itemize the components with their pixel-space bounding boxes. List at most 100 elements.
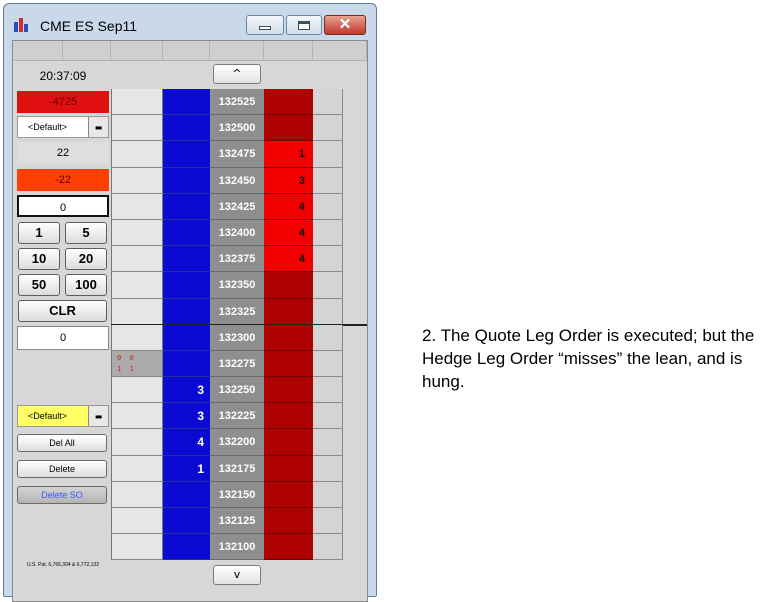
column-header-cell[interactable] (63, 41, 111, 61)
bid-cell[interactable] (163, 219, 210, 247)
spare-cell (313, 481, 343, 508)
ask-cell[interactable]: 4 (264, 219, 313, 247)
bid-cell[interactable] (163, 350, 210, 378)
clear-button[interactable]: CLR (18, 300, 107, 322)
order-cell[interactable] (111, 246, 163, 273)
order-cell[interactable] (111, 455, 163, 482)
qty-button-5[interactable]: 5 (65, 222, 107, 244)
delete-all-button[interactable]: Del All (17, 434, 107, 452)
chevron-down-icon[interactable]: ▬ (88, 117, 108, 137)
ask-cell[interactable] (264, 534, 313, 561)
bid-cell[interactable]: 4 (163, 429, 210, 456)
strategy-dropdown[interactable]: <Default> ▬ (17, 405, 109, 427)
ask-cell[interactable] (264, 350, 313, 378)
account-dropdown[interactable]: <Default> ▬ (17, 116, 109, 138)
order-cell[interactable] (111, 167, 163, 194)
scroll-up-button[interactable]: ^ (213, 64, 261, 84)
ask-cell[interactable]: 1 (264, 141, 313, 168)
order-cell[interactable] (111, 534, 163, 561)
bid-cell[interactable] (163, 246, 210, 273)
bid-cell[interactable] (163, 298, 210, 325)
bid-cell[interactable] (163, 324, 210, 351)
ask-cell[interactable] (264, 115, 313, 142)
maximize-icon (298, 20, 310, 30)
qty-button-50[interactable]: 50 (18, 274, 60, 296)
order-cell[interactable] (111, 508, 163, 535)
bid-cell[interactable] (163, 193, 210, 220)
spare-cell (313, 350, 343, 378)
ask-cell[interactable] (264, 272, 313, 299)
ladder-row: 132525 (111, 89, 367, 116)
price-cell: 132150 (210, 481, 264, 508)
ladder-row: 1 132175 (111, 455, 367, 482)
price-cell: 132400 (210, 219, 264, 247)
bid-cell[interactable] (163, 115, 210, 142)
spare-cell (313, 534, 343, 561)
qty-button-1[interactable]: 1 (18, 222, 60, 244)
ask-cell[interactable] (264, 508, 313, 535)
order-cell[interactable] (111, 272, 163, 299)
ask-cell[interactable] (264, 481, 313, 508)
close-icon: ✕ (338, 16, 352, 33)
column-header-cell[interactable] (163, 41, 210, 61)
column-header-cell[interactable] (13, 41, 63, 61)
order-cell[interactable] (111, 193, 163, 220)
maximize-button[interactable] (286, 15, 322, 35)
delete-so-button[interactable]: Delete SO (17, 486, 107, 504)
ask-cell[interactable] (264, 324, 313, 351)
bid-cell[interactable] (163, 141, 210, 168)
price-cell: 132300 (210, 324, 264, 351)
bid-cell[interactable] (163, 508, 210, 535)
order-cell[interactable] (111, 429, 163, 456)
bid-cell[interactable] (163, 167, 210, 194)
order-cell[interactable] (111, 89, 163, 116)
ask-cell[interactable]: 4 (264, 246, 313, 273)
order-cell[interactable] (111, 481, 163, 508)
column-header-cell[interactable] (210, 41, 264, 61)
ask-cell[interactable] (264, 377, 313, 404)
column-header-cell[interactable] (111, 41, 163, 61)
chevron-down-icon[interactable]: ▬ (88, 406, 108, 426)
title-bar[interactable]: CME ES Sep11 ✕ (4, 4, 376, 40)
qty-button-100[interactable]: 100 (65, 274, 107, 296)
app-icon (14, 18, 28, 32)
bid-cell[interactable] (163, 89, 210, 116)
close-button[interactable]: ✕ (324, 15, 366, 35)
order-cell[interactable] (111, 115, 163, 142)
scroll-down-button[interactable]: v (213, 565, 261, 585)
minimize-button[interactable] (246, 15, 284, 35)
bid-cell[interactable]: 3 (163, 403, 210, 430)
ask-cell[interactable] (264, 455, 313, 482)
price-cell: 132500 (210, 115, 264, 142)
delete-button[interactable]: Delete (17, 460, 107, 478)
strategy-dropdown-value: <Default> (28, 411, 68, 421)
order-cell[interactable] (111, 324, 163, 351)
order-cell[interactable] (111, 377, 163, 404)
order-cell[interactable] (111, 298, 163, 325)
ask-cell[interactable] (264, 89, 313, 116)
price-cell: 132175 (210, 455, 264, 482)
column-header-cell[interactable] (264, 41, 313, 61)
bid-cell[interactable]: 3 (163, 377, 210, 404)
quantity-input[interactable]: 0 (17, 195, 109, 217)
qty-button-20[interactable]: 20 (65, 248, 107, 270)
order-cell[interactable] (111, 403, 163, 430)
column-header-cell[interactable] (313, 41, 367, 61)
ask-cell[interactable] (264, 429, 313, 456)
qty-button-10[interactable]: 10 (18, 248, 60, 270)
working-qty: 0 (17, 326, 109, 350)
bid-cell[interactable] (163, 534, 210, 561)
price-cell: 132525 (210, 89, 264, 116)
ask-cell[interactable]: 3 (264, 167, 313, 194)
order-cell[interactable]: 0 0 1 1 (111, 350, 163, 378)
ask-cell[interactable] (264, 403, 313, 430)
order-cell[interactable] (111, 219, 163, 247)
ask-cell[interactable]: 4 (264, 193, 313, 220)
bid-cell[interactable] (163, 272, 210, 299)
order-cell[interactable] (111, 141, 163, 168)
spare-cell (313, 403, 343, 430)
fill-indicator: 0 0 1 1 (117, 353, 134, 373)
bid-cell[interactable] (163, 481, 210, 508)
ask-cell[interactable] (264, 298, 313, 325)
bid-cell[interactable]: 1 (163, 455, 210, 482)
